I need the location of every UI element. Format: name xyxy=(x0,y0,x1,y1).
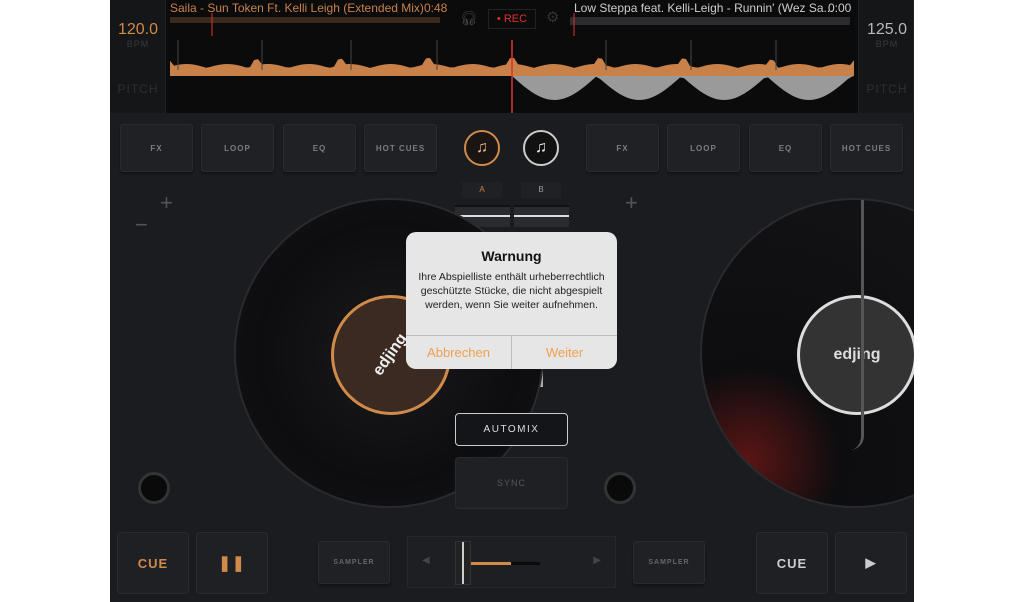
crossfader[interactable]: ◀ ▶ xyxy=(407,536,616,588)
deck-a-bpm-label: BPM xyxy=(126,39,150,49)
deck-a-overview xyxy=(170,17,440,23)
dialog-message: Ihre Abspielliste enthält urheberrechtli… xyxy=(418,271,605,311)
dialog-title: Warnung xyxy=(481,248,542,264)
deck-a-add-music-icon[interactable]: ♫ xyxy=(464,130,500,166)
crossfader-left-arrow-icon[interactable]: ◀ xyxy=(422,555,430,566)
deck-a-sampler-button[interactable]: SAMPLER xyxy=(318,541,390,584)
deck-b-cue-button[interactable]: CUE xyxy=(756,532,828,594)
deck-a-pause-button[interactable]: ❚❚ xyxy=(196,532,268,594)
channel-a-label: A xyxy=(462,182,502,198)
deck-a-cue-button[interactable]: CUE xyxy=(117,532,189,594)
deck-a-pitch-button[interactable]: PITCH xyxy=(110,82,166,96)
deck-a-pad-eq[interactable]: EQ xyxy=(283,124,356,172)
deck-b-play-button[interactable]: ▶ xyxy=(835,532,907,594)
deck-b-waveform xyxy=(512,76,854,100)
crossfader-handle[interactable] xyxy=(455,541,471,585)
deck-b-knob[interactable] xyxy=(604,472,636,504)
crossfader-fill xyxy=(468,562,512,565)
deck-b-info: 125.0 BPM PITCH xyxy=(858,0,914,113)
deck-b-bpm: 125.0 xyxy=(866,21,908,38)
dj-app: 120.0 BPM PITCH 125.0 BPM PITCH Saila - … xyxy=(110,0,914,602)
cancel-button[interactable]: Abbrechen xyxy=(406,336,511,369)
channel-b-fader[interactable] xyxy=(514,205,569,227)
sync-button[interactable]: SYNC xyxy=(455,457,568,509)
deck-a-info: 120.0 BPM PITCH xyxy=(110,0,166,113)
deck-b-sampler-button[interactable]: SAMPLER xyxy=(633,541,705,584)
deck-b-overview xyxy=(570,17,850,25)
deck-a-pad-hot-cues[interactable]: HOT CUES xyxy=(364,124,437,172)
deck-a-bpm: 120.0 xyxy=(117,21,159,38)
deck-a-plus-icon[interactable]: + xyxy=(160,190,173,216)
deck-b-pitch-button[interactable]: PITCH xyxy=(859,82,914,96)
waveforms[interactable] xyxy=(166,0,858,113)
deck-a-knob[interactable] xyxy=(138,472,170,504)
deck-b-pad-hot-cues[interactable]: HOT CUES xyxy=(830,124,903,172)
deck-b-pad-fx[interactable]: FX xyxy=(586,124,659,172)
crossfader-right-arrow-icon[interactable]: ▶ xyxy=(593,555,601,566)
continue-button[interactable]: Weiter xyxy=(511,336,617,369)
deck-b-tonearm[interactable] xyxy=(850,200,864,450)
deck-b-plus-icon[interactable]: + xyxy=(625,190,638,216)
pause-icon: ❚❚ xyxy=(218,555,246,572)
deck-a-pad-fx[interactable]: FX xyxy=(120,124,193,172)
warning-dialog: Warnung Ihre Abspielliste enthält urhebe… xyxy=(406,232,617,369)
waveform-header: 120.0 BPM PITCH 125.0 BPM PITCH Saila - … xyxy=(110,0,914,113)
play-icon: ▶ xyxy=(865,555,877,570)
automix-button[interactable]: AUTOMIX xyxy=(455,413,568,446)
channel-b-label: B xyxy=(521,182,561,198)
deck-a-pad-loop[interactable]: LOOP xyxy=(201,124,274,172)
deck-b-pad-loop[interactable]: LOOP xyxy=(667,124,740,172)
deck-b-turntable[interactable]: edjing xyxy=(700,198,914,508)
deck-b-add-music-icon[interactable]: ♫ xyxy=(523,130,559,166)
deck-a-minus-icon[interactable]: − xyxy=(135,212,148,238)
crossfader-track xyxy=(468,562,540,565)
deck-b-pad-eq[interactable]: EQ xyxy=(749,124,822,172)
deck-b-bpm-label: BPM xyxy=(875,39,899,49)
